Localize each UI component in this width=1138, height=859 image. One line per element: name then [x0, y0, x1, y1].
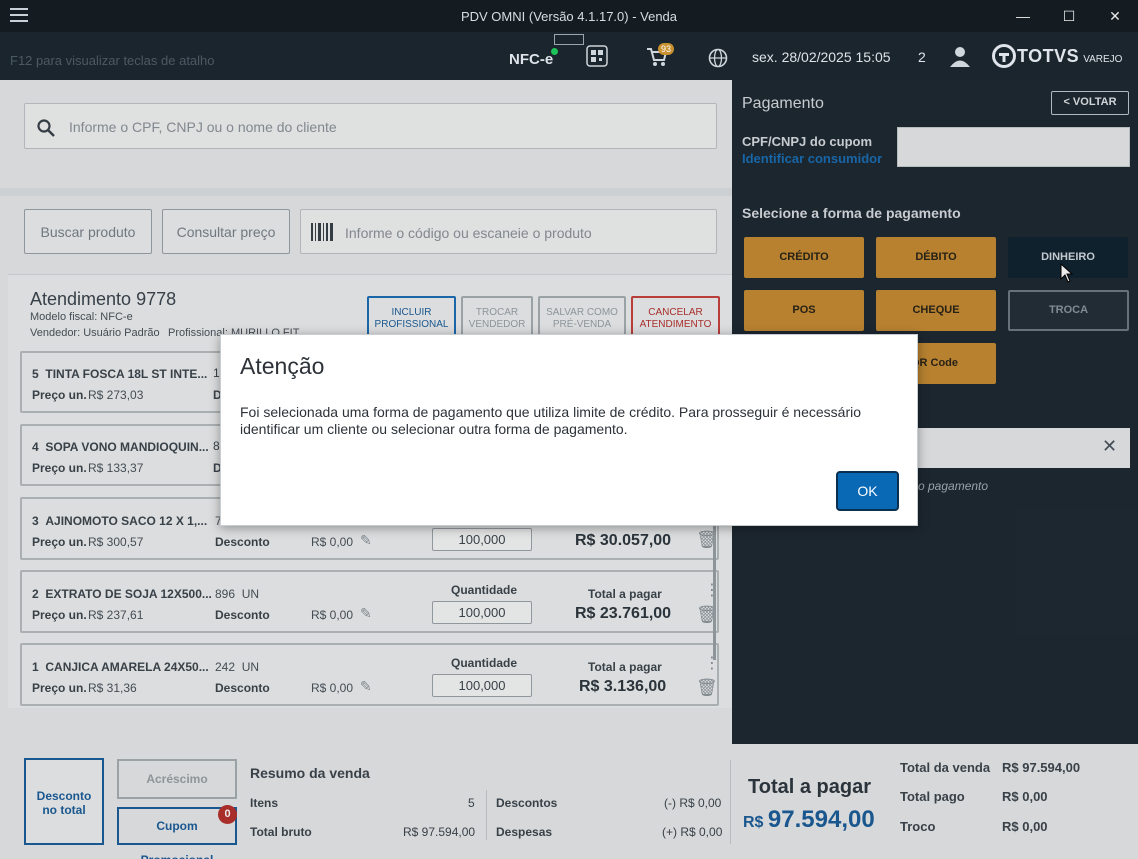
minimize-button[interactable]: —	[1000, 0, 1046, 32]
close-window-button[interactable]: ✕	[1092, 0, 1138, 32]
fiscal-label: NFC-e	[509, 51, 554, 68]
globe-icon[interactable]	[708, 48, 728, 68]
dialog-message: Foi selecionada uma forma de pagamento q…	[240, 404, 862, 437]
cart-badge: 93	[658, 43, 675, 55]
maximize-button[interactable]: ☐	[1046, 0, 1092, 32]
app-header: F12 para visualizar teclas de atalho NFC…	[0, 32, 1138, 80]
datetime: sex. 28/02/2025 15:05	[752, 49, 891, 65]
totvs-logo-icon	[992, 44, 1016, 68]
attention-dialog: Atenção Foi selecionada uma forma de pag…	[220, 334, 918, 526]
shortcut-hint: F12 para visualizar teclas de atalho	[10, 53, 215, 68]
status-dot-icon	[551, 48, 558, 55]
window-title: PDV OMNI (Versão 4.1.17.0) - Venda	[460, 9, 678, 24]
user-icon[interactable]	[950, 46, 970, 68]
window-titlebar: PDV OMNI (Versão 4.1.17.0) - Venda — ☐ ✕	[0, 0, 1138, 32]
terminal-counter: 2	[918, 49, 926, 65]
ok-button[interactable]: OK	[836, 471, 899, 511]
brand-logo: TOTVS VAREJO	[1017, 46, 1123, 66]
qrcode-icon[interactable]	[586, 45, 608, 67]
dialog-title: Atenção	[240, 353, 325, 379]
drawer-icon	[554, 34, 584, 45]
